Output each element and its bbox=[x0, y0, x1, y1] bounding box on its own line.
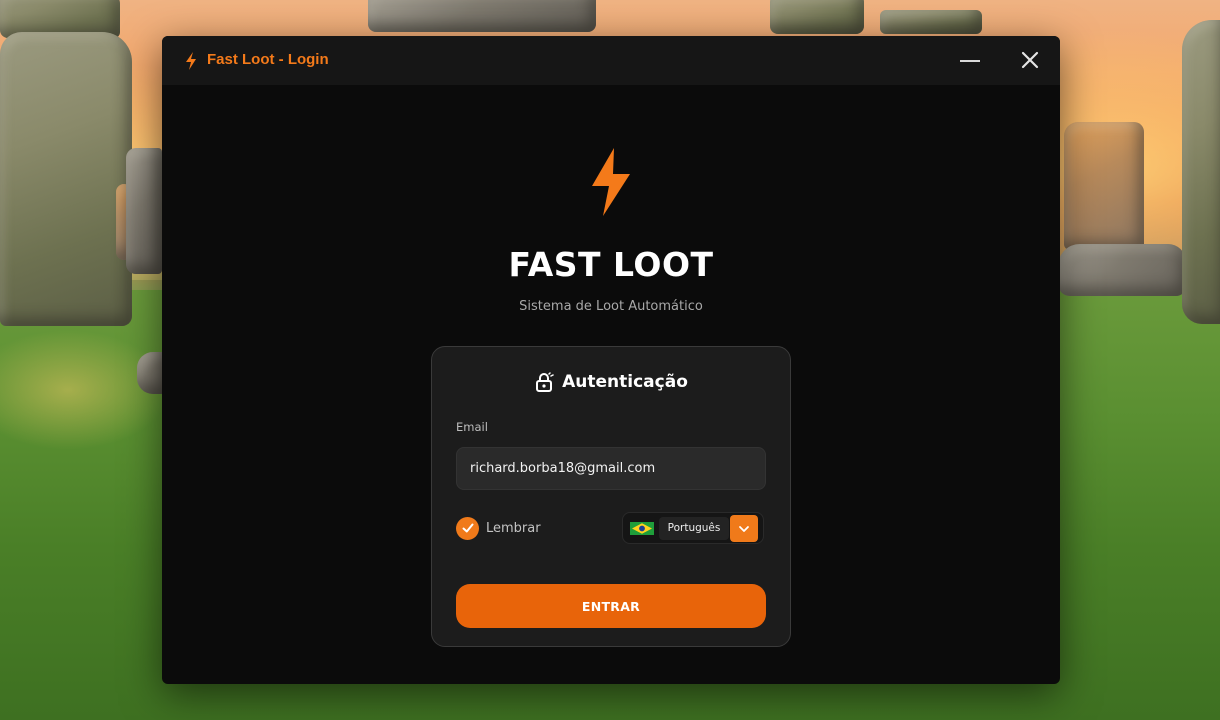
close-icon bbox=[1021, 51, 1039, 69]
lightning-bolt-icon bbox=[186, 52, 196, 70]
card-header: Autenticação bbox=[432, 369, 790, 395]
lintel-stone bbox=[770, 0, 864, 34]
login-button[interactable]: ENTRAR bbox=[456, 584, 766, 628]
lightning-bolt-icon bbox=[592, 148, 630, 216]
chevron-down-icon[interactable] bbox=[730, 515, 758, 542]
remember-label: Lembrar bbox=[486, 520, 541, 536]
standing-stone bbox=[0, 32, 132, 326]
login-window: Fast Loot - Login FAST LOOT Sistema de L… bbox=[162, 36, 1060, 684]
standing-stone bbox=[126, 148, 162, 274]
minimize-button[interactable] bbox=[950, 46, 990, 76]
app-tagline: Sistema de Loot Automático bbox=[519, 299, 703, 314]
brazil-flag-icon bbox=[630, 522, 654, 535]
email-label: Email bbox=[456, 420, 488, 434]
remember-checkbox[interactable]: Lembrar bbox=[456, 516, 541, 540]
lintel-stone bbox=[368, 0, 596, 32]
selected-language: Português bbox=[659, 517, 729, 540]
standing-stone bbox=[1182, 20, 1220, 324]
authentication-card: Autenticação Email Lembrar Português bbox=[431, 346, 791, 647]
card-title: Autenticação bbox=[562, 372, 688, 392]
app-name: FAST LOOT bbox=[508, 245, 714, 284]
titlebar[interactable]: Fast Loot - Login bbox=[162, 36, 1060, 85]
email-field[interactable] bbox=[456, 447, 766, 490]
language-select[interactable]: Português bbox=[622, 512, 764, 544]
window-title: Fast Loot - Login bbox=[207, 51, 329, 68]
lintel-stone bbox=[880, 10, 982, 34]
standing-stone bbox=[1064, 122, 1144, 250]
minimize-icon bbox=[960, 60, 980, 62]
close-button[interactable] bbox=[1010, 46, 1050, 76]
fallen-stone bbox=[1058, 244, 1186, 296]
checkmark-icon[interactable] bbox=[456, 516, 479, 540]
lock-icon bbox=[536, 372, 554, 392]
